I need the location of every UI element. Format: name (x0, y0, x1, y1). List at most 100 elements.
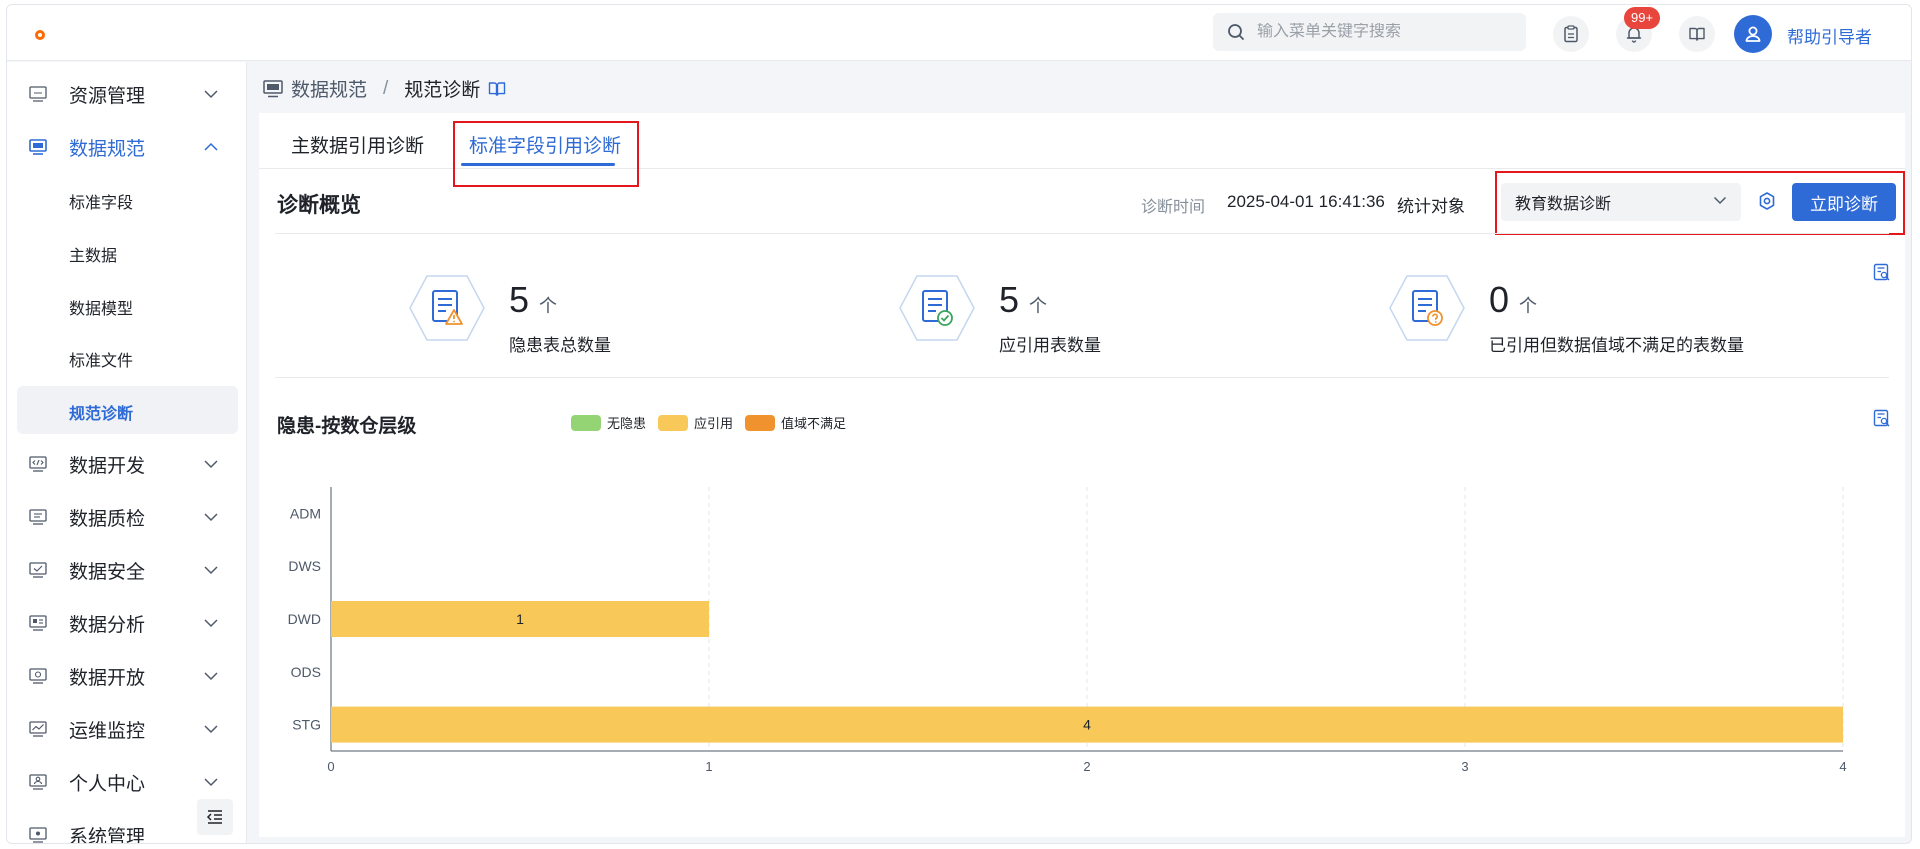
sidebar-item-data-analysis[interactable]: 数据分析 (7, 599, 247, 647)
legend-swatch (571, 414, 601, 431)
monitor-icon (263, 79, 283, 97)
overview-title: 诊断概览 (277, 194, 361, 217)
sidebar-item-data-open[interactable]: 数据开放 (7, 652, 247, 700)
bar-label: 4 (1083, 717, 1091, 733)
legend-item-should-reference[interactable]: 应引用 (658, 413, 733, 432)
diagnosis-time-value: 2025-04-01 16:41:36 (1227, 192, 1385, 211)
task-clipboard-button[interactable] (1553, 16, 1589, 52)
app-window: 99+ 帮助引导者 资源管理 数据规范 标准字段 主数 (6, 4, 1912, 844)
chevron-down-icon (204, 778, 218, 787)
chevron-down-icon (204, 460, 218, 469)
y-tick-label: ODS (291, 664, 321, 680)
sidebar-subitem-data-model[interactable]: 数据模型 (69, 295, 133, 319)
sidebar-item-label: 数据安全 (69, 561, 146, 583)
user-icon (1745, 26, 1761, 42)
sidebar-subitem-spec-diagnosis[interactable]: 规范诊断 (69, 400, 133, 424)
chevron-down-icon (204, 672, 218, 681)
sidebar-item-label: 数据开发 (69, 455, 146, 477)
shield-icon (29, 562, 47, 578)
divider (275, 377, 1889, 378)
user-avatar[interactable] (1734, 15, 1772, 53)
sidebar-item-data-quality[interactable]: 数据质检 (7, 493, 247, 541)
logo-icon[interactable] (35, 30, 45, 40)
legend-item-range-unsatisfied[interactable]: 值域不满足 (745, 413, 846, 432)
breadcrumb-parent[interactable]: 数据规范 (291, 75, 367, 102)
sidebar-subitem-master-data[interactable]: 主数据 (69, 242, 117, 266)
tab-master-data-diagnosis[interactable]: 主数据引用诊断 (291, 131, 424, 158)
y-tick-label: STG (292, 717, 321, 733)
stat-unit: 个 (1519, 296, 1538, 316)
search-icon (1228, 24, 1244, 40)
analysis-icon (29, 615, 47, 631)
sidebar-item-label: 数据开放 (69, 667, 146, 689)
y-tick-label: ADM (290, 505, 321, 521)
sidebar-item-label: 数据质检 (69, 508, 146, 530)
stat-unit: 个 (1029, 296, 1048, 316)
doc-check-icon (29, 509, 47, 525)
highlight-box-controls (1495, 171, 1905, 235)
chevron-down-icon (204, 90, 218, 99)
y-tick-label: DWD (288, 611, 321, 627)
sidebar-item-label: 运维监控 (69, 720, 146, 742)
sidebar-item-data-standard[interactable]: 数据规范 (7, 123, 247, 171)
chart-legend: 无隐患 应引用 值域不满足 (571, 413, 858, 432)
main-content-card: 主数据引用诊断 标准字段引用诊断 诊断概览 诊断时间 2025-04-01 16… (259, 113, 1905, 837)
collapse-sidebar-button[interactable] (197, 799, 233, 835)
x-tick-label: 0 (327, 759, 334, 774)
legend-swatch (658, 414, 689, 431)
open-icon (29, 668, 47, 684)
username-link[interactable]: 帮助引导者 (1787, 23, 1872, 48)
book-icon (1689, 27, 1705, 41)
legend-item-no-risk[interactable]: 无隐患 (571, 413, 646, 432)
user-card-icon (29, 774, 47, 790)
x-tick-label: 4 (1839, 759, 1846, 774)
highlight-box-tab (453, 121, 639, 187)
chevron-down-icon (204, 566, 218, 575)
sidebar-item-data-security[interactable]: 数据安全 (7, 546, 247, 594)
diagnosis-time-label: 诊断时间 (1141, 199, 1206, 216)
help-book-button[interactable] (1679, 16, 1715, 52)
sidebar-subitem-standard-file[interactable]: 标准文件 (69, 347, 133, 371)
indent-icon (206, 810, 222, 824)
legend-label: 值域不满足 (781, 416, 847, 431)
sidebar-item-data-development[interactable]: 数据开发 (7, 440, 247, 488)
breadcrumb-current: 规范诊断 (404, 80, 481, 101)
chevron-down-icon (204, 513, 218, 522)
legend-label: 应引用 (694, 416, 734, 431)
x-tick-label: 2 (1083, 759, 1090, 774)
sidebar-subitem-standard-field[interactable]: 标准字段 (69, 189, 133, 213)
stat-unit: 个 (539, 296, 558, 316)
sidebar-item-resource-management[interactable]: 资源管理 (7, 70, 247, 118)
monitor-icon (29, 139, 47, 155)
settings-icon (29, 827, 47, 843)
x-tick-label: 3 (1461, 759, 1468, 774)
search-input[interactable] (1257, 23, 1497, 41)
sidebar-item-label: 数据规范 (69, 138, 146, 160)
clipboard-icon (1564, 25, 1578, 43)
server-icon (29, 86, 47, 102)
code-icon (29, 456, 47, 472)
stat-value: 5 (999, 279, 1020, 320)
stat-label: 应引用表数量 (999, 336, 1101, 355)
book-icon[interactable] (488, 81, 506, 97)
breadcrumb-separator: / (383, 77, 389, 99)
stat-value: 0 (1489, 279, 1510, 320)
legend-label: 无隐患 (607, 416, 647, 431)
menu-search-box[interactable] (1213, 13, 1526, 51)
chevron-down-icon (204, 619, 218, 628)
top-header: 99+ 帮助引导者 (7, 5, 1911, 61)
doc-warning-icon (409, 275, 485, 341)
stat-label: 已引用但数据值域不满足的表数量 (1489, 336, 1744, 355)
line-chart-icon (29, 721, 47, 737)
x-tick-label: 1 (705, 759, 712, 774)
sidebar-item-ops-monitor[interactable]: 运维监控 (7, 705, 247, 753)
chevron-down-icon (204, 725, 218, 734)
sidebar-item-label: 数据分析 (69, 614, 146, 636)
bar-label: 1 (516, 611, 524, 627)
sidebar-item-label: 系统管理 (69, 826, 146, 844)
risk-by-layer-bar-chart: 0 1 2 3 4 ADM DWS DWD 1 ODS STG 4 (288, 487, 1847, 774)
chart-title: 隐患-按数仓层级 (277, 416, 417, 437)
view-details-icon[interactable] (1873, 409, 1891, 427)
y-tick-label: DWS (288, 558, 321, 574)
view-details-icon[interactable] (1873, 263, 1891, 281)
